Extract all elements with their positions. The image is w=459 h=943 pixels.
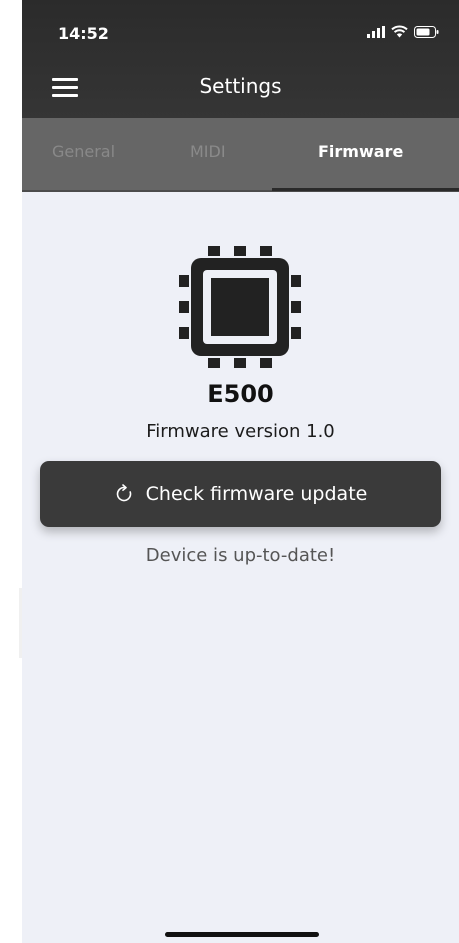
status-time: 14:52	[58, 24, 109, 43]
tab-firmware[interactable]: Firmware	[318, 142, 403, 161]
signal-icon	[367, 25, 385, 38]
refresh-icon	[116, 484, 131, 502]
home-indicator	[165, 932, 319, 937]
chip-icon	[179, 246, 301, 368]
device-name: E500	[207, 380, 274, 408]
tab-bar: General MIDI Firmware	[22, 118, 459, 192]
status-icons	[367, 25, 439, 38]
battery-icon	[414, 25, 439, 38]
check-firmware-update-label: Check firmware update	[145, 483, 368, 505]
tab-general[interactable]: General	[52, 142, 115, 161]
tab-midi[interactable]: MIDI	[190, 142, 226, 161]
app-screen: 14:52 Settings General MIDI Firmware E50…	[22, 0, 459, 943]
update-status-message: Device is up-to-date!	[145, 545, 336, 566]
wifi-icon	[391, 25, 408, 38]
active-tab-indicator	[272, 188, 459, 191]
firmware-version: Firmware version 1.0	[146, 421, 335, 442]
page-title: Settings	[199, 74, 282, 98]
check-firmware-update-button[interactable]: Check firmware update	[40, 461, 441, 527]
edge-shadow	[19, 588, 22, 658]
top-bar: 14:52 Settings	[22, 0, 459, 118]
